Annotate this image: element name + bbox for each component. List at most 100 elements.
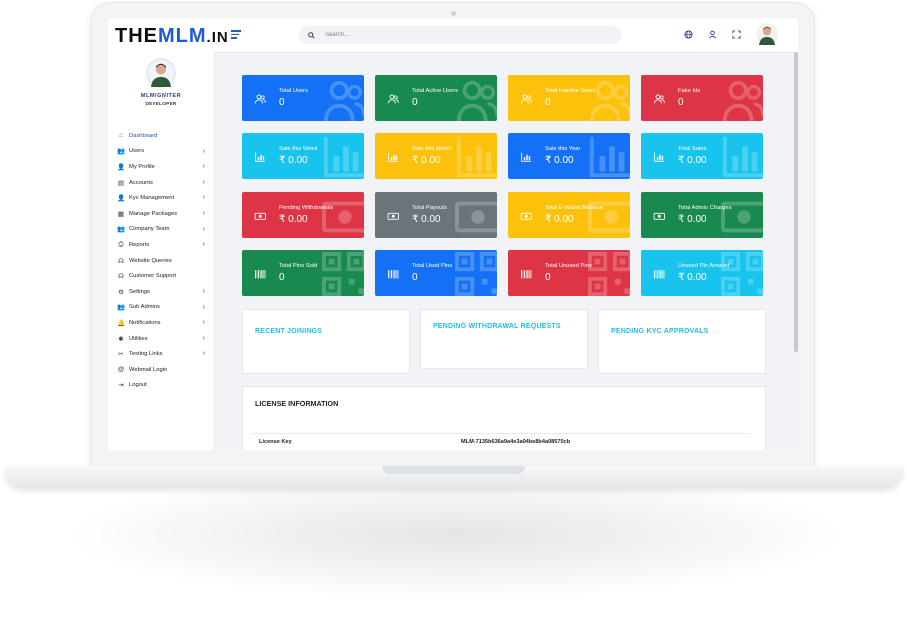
bar-chart-watermark-icon	[456, 136, 497, 178]
sidebar-item-company-team[interactable]: 👥 Company Team ›	[108, 222, 214, 238]
user-icon: 👤	[116, 163, 126, 171]
stat-card-value: ₹ 0.00	[545, 214, 574, 225]
sidebar-item-notifications[interactable]: 🔔 Notifications ›	[108, 315, 214, 331]
stat-card-label: Total Inactive Users	[545, 88, 596, 94]
menu-toggle-icon[interactable]	[231, 30, 241, 41]
users-watermark-icon	[323, 80, 364, 121]
stat-card-total-users[interactable]: Total Users 0	[242, 75, 364, 121]
stat-card-value: ₹ 0.00	[678, 214, 707, 225]
recent-joinings-panel: RECENT JOININGS	[242, 309, 410, 374]
stat-card-total-unused-pins[interactable]: Total Unused Pins 0	[508, 250, 630, 296]
globe-icon[interactable]	[684, 30, 693, 39]
stat-card-total-pins-sold[interactable]: Total Pins Sold 0	[242, 250, 364, 296]
stat-card-label: Unused Pin Amount	[678, 263, 730, 269]
stat-card-label: Fake Ids	[678, 88, 701, 94]
chevron-right-icon: ›	[202, 225, 205, 233]
stat-card-value: ₹ 0.00	[678, 272, 707, 283]
barcode-watermark-icon	[721, 252, 763, 296]
money-bill-icon	[520, 212, 532, 220]
sidebar-item-label: Notifications	[129, 319, 161, 326]
sidebar-item-manage-packages[interactable]: ▦ Manage Packages ›	[108, 206, 214, 222]
chevron-right-icon: ›	[202, 178, 205, 186]
stat-card-pending-withdrawals[interactable]: Pending Withdrawals ₹ 0.00	[242, 192, 364, 238]
stat-card-label: Sale this Month	[412, 146, 452, 152]
sidebar-item-label: Testing Links	[129, 351, 163, 358]
sidebar-item-label: Accounts	[129, 179, 153, 186]
sidebar-item-users[interactable]: 👥 Users ›	[108, 144, 214, 160]
sidebar-item-dashboard[interactable]: ⌂ Dashboard	[108, 128, 214, 144]
stat-card-sale-this-year[interactable]: Sale this Year ₹ 0.00	[508, 133, 630, 179]
puzzle-icon: ✱	[118, 335, 124, 343]
stat-card-sale-this-month[interactable]: Sale this Month ₹ 0.00	[375, 133, 497, 179]
user-group-icon: 👥	[116, 304, 126, 312]
sidebar-item-website-queries[interactable]: ☊ Website Queries	[108, 253, 214, 269]
stat-card-sale-this-week[interactable]: Sale this Week ₹ 0.00	[242, 133, 364, 179]
stat-card-value: 0	[279, 272, 285, 283]
stat-card-total-inactive-users[interactable]: Total Inactive Users 0	[508, 75, 630, 121]
sidebar-item-testing-links[interactable]: ✂ Testing Links ›	[108, 346, 214, 362]
grid-icon: ▦	[117, 210, 125, 218]
chevron-right-icon: ›	[202, 194, 205, 202]
camera-dot	[451, 11, 456, 16]
avatar[interactable]	[756, 23, 778, 45]
chevron-right-icon: ›	[202, 241, 205, 249]
stat-card-value: ₹ 0.00	[279, 214, 308, 225]
barcode-icon	[255, 270, 266, 279]
sidebar-item-webmail-login[interactable]: @ Webmail Login	[108, 362, 214, 378]
bar-chart-icon	[255, 152, 265, 162]
sidebar-item-label: Sub Admins	[129, 304, 160, 311]
sidebar-item-customer-support[interactable]: ☊ Customer Support	[108, 268, 214, 284]
barcode-icon	[654, 270, 665, 279]
search-icon	[308, 31, 315, 39]
sidebar-item-label: My Profile	[129, 163, 155, 170]
chevron-right-icon: ›	[202, 209, 205, 217]
stat-card-label: Total Payouts	[412, 205, 447, 211]
pending-kyc-title: PENDING KYC APPROVALS	[611, 328, 709, 335]
sidebar-item-logout[interactable]: ⇥ Logout	[108, 378, 214, 394]
license-row: License Key MLM-7135b636a9a4e3a04be8b4a0…	[251, 433, 751, 450]
stat-card-total-e-wallet-balance[interactable]: Total E-Wallet Balance ₹ 0.00	[508, 192, 630, 238]
at-icon: @	[117, 366, 125, 374]
logo-mid: MLM	[158, 25, 207, 47]
chevron-right-icon: ›	[202, 334, 205, 342]
search-input[interactable]	[323, 31, 607, 39]
top-bar: TheMLM.in	[108, 18, 798, 53]
sidebar-item-settings[interactable]: ⚙ Settings ›	[108, 284, 214, 300]
stat-card-label: Total Admin Charges	[678, 205, 732, 211]
sidebar-item-kyc-management[interactable]: 👤 Kyc Management ›	[108, 190, 214, 206]
sidebar-item-sub-admins[interactable]: 👥 Sub Admins ›	[108, 300, 214, 316]
bell-icon: 🔔	[116, 319, 126, 327]
sidebar-item-my-profile[interactable]: 👤 My Profile ›	[108, 159, 214, 175]
stat-card-unused-pin-amount[interactable]: Unused Pin Amount ₹ 0.00	[641, 250, 763, 296]
stat-card-total-active-users[interactable]: Total Active Users 0	[375, 75, 497, 121]
sidebar-item-label: Company Team	[129, 226, 170, 233]
sidebar-item-label: Webmail Login	[129, 366, 168, 373]
chevron-right-icon: ›	[202, 163, 205, 171]
sidebar-item-accounts[interactable]: ▤ Accounts ›	[108, 175, 214, 191]
pending-withdrawals-title: PENDING WITHDRAWAL REQUESTS	[433, 323, 561, 330]
stat-card-total-sales[interactable]: Total Sales ₹ 0.00	[641, 133, 763, 179]
sidebar: MLMIGNITER DEVELOPER ⌂ Dashboard 👥 Users › 👤 M…	[108, 52, 215, 450]
sidebar-item-reports[interactable]: ⎙ Reports ›	[108, 237, 214, 253]
stat-card-value: 0	[545, 272, 551, 283]
app-logo[interactable]: TheMLM.in	[115, 25, 229, 48]
recent-joinings-title: RECENT JOININGS	[255, 328, 323, 335]
user-icon[interactable]	[708, 30, 717, 39]
user-check-icon: 👤	[116, 195, 126, 203]
stat-card-label: Pending Withdrawals	[279, 205, 334, 211]
sidebar-item-label: Utilities	[129, 335, 148, 342]
fullscreen-icon[interactable]	[732, 30, 741, 39]
stat-card-total-used-pins[interactable]: Total Used Pins 0	[375, 250, 497, 296]
scrollbar[interactable]	[794, 52, 798, 352]
stat-card-total-payouts[interactable]: Total Payouts ₹ 0.00	[375, 192, 497, 238]
stat-card-fake-ids[interactable]: Fake Ids 0	[641, 75, 763, 121]
stat-card-total-admin-charges[interactable]: Total Admin Charges ₹ 0.00	[641, 192, 763, 238]
headphones-icon: ☊	[118, 273, 124, 281]
license-key-value: MLM-7135b636a9a4e3a04be8b4a08570cb	[461, 439, 571, 445]
chevron-right-icon: ›	[202, 350, 205, 358]
sidebar-item-utilities[interactable]: ✱ Utilities ›	[108, 331, 214, 347]
stat-card-value: ₹ 0.00	[412, 155, 441, 166]
bar-chart-icon	[521, 152, 531, 162]
sidebar-item-label: Settings	[129, 288, 150, 295]
stat-card-label: Sale this Week	[279, 146, 318, 152]
